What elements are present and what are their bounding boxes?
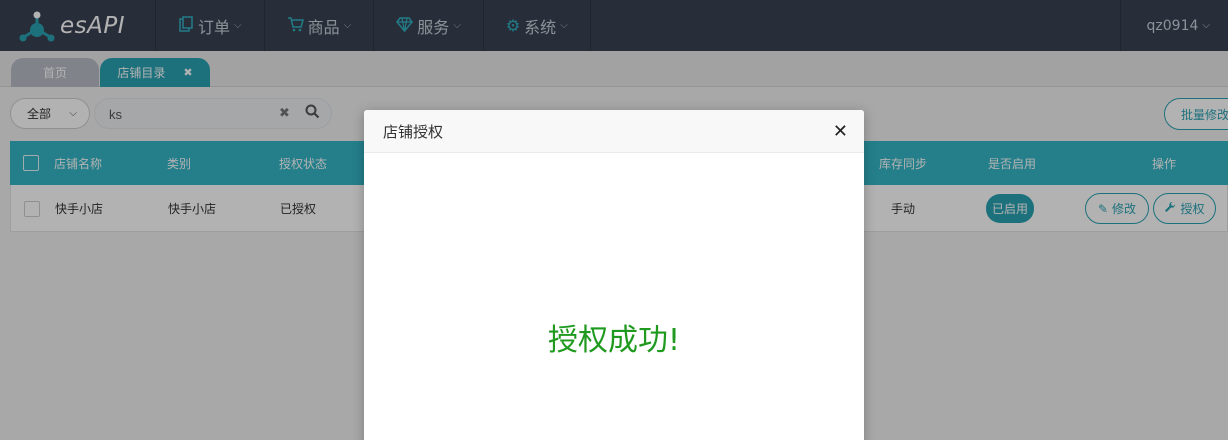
shop-authorization-dialog: 店铺授权 ✕ 授权成功! <box>364 110 864 440</box>
dialog-header: 店铺授权 <box>364 110 864 153</box>
dialog-title: 店铺授权 <box>383 122 444 141</box>
success-message: 授权成功! <box>547 323 681 358</box>
close-icon[interactable]: ✕ <box>833 121 848 142</box>
